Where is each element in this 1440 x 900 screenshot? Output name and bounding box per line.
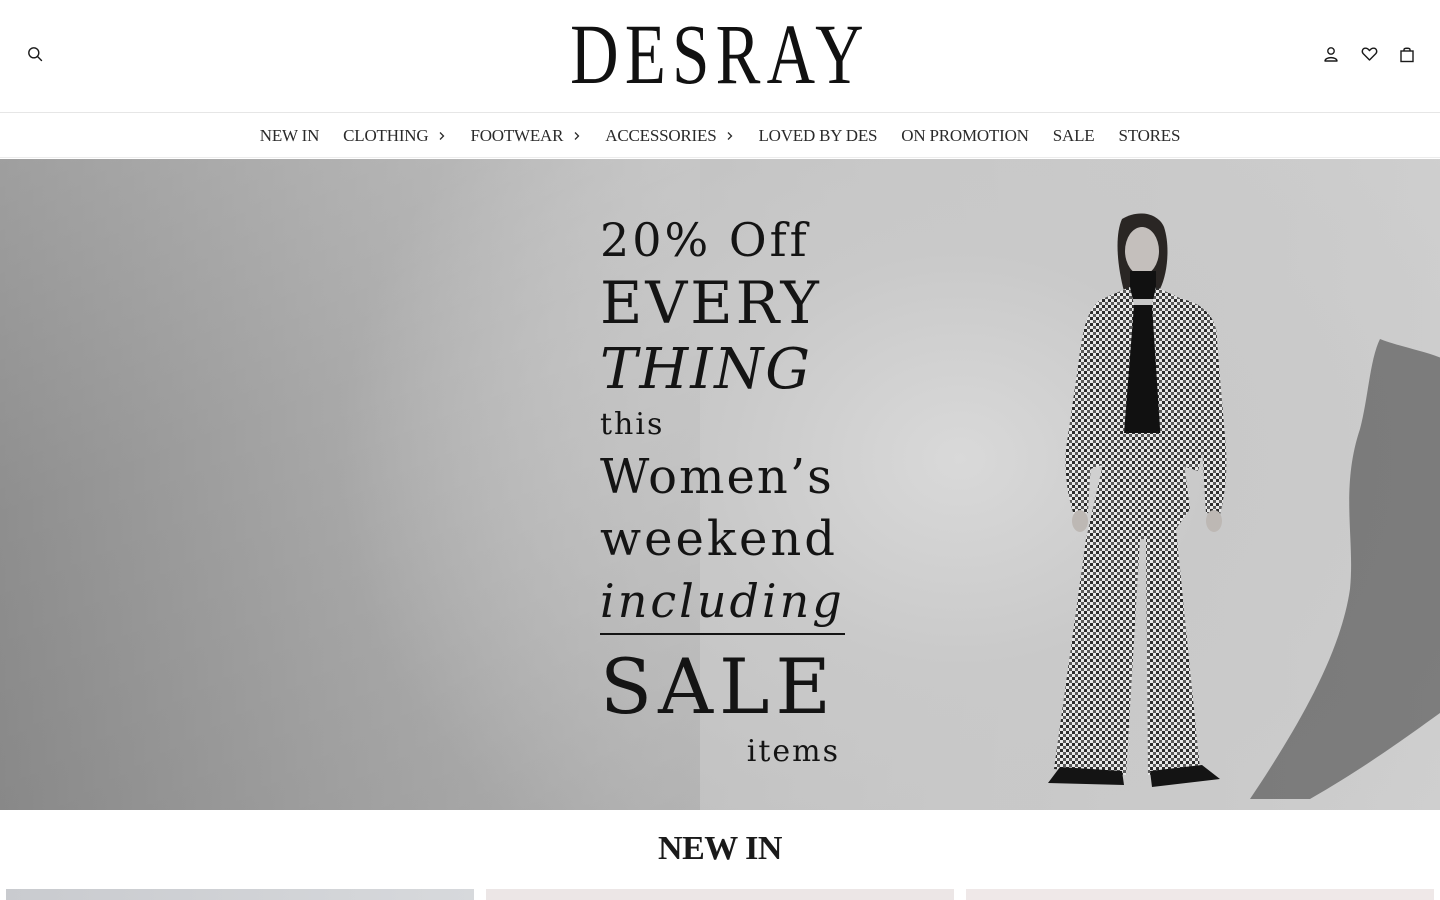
nav-item-label: SALE bbox=[1052, 125, 1095, 145]
model-photo bbox=[1048, 213, 1227, 787]
model-shadow-graphic bbox=[1250, 339, 1440, 799]
nav-item-label: ON PROMOTION bbox=[901, 125, 1029, 145]
nav-item-clothing[interactable]: CLOTHING bbox=[343, 126, 446, 146]
hero-backdrop bbox=[0, 159, 700, 810]
hero-line-sale: SALE bbox=[600, 642, 837, 731]
hero-line-every: EVERY bbox=[600, 269, 822, 337]
hero-line-womens: Women’s bbox=[600, 449, 834, 505]
search-button[interactable] bbox=[24, 43, 46, 65]
hero-promo-text: 20% Off EVERY THING this Women’s weekend… bbox=[600, 211, 845, 769]
new-in-section-title: NEW IN bbox=[658, 830, 782, 867]
hero-line-including: including bbox=[600, 571, 845, 635]
account-icon bbox=[1324, 47, 1338, 62]
account-button[interactable] bbox=[1320, 43, 1342, 65]
nav-item-stores[interactable]: STORES bbox=[1118, 126, 1180, 146]
hero-banner[interactable]: 20% Off EVERY THING this Women’s weekend… bbox=[0, 159, 1440, 810]
bag-icon bbox=[1400, 47, 1414, 62]
nav-item-loved-by-des[interactable]: LOVED BY DES bbox=[758, 126, 877, 146]
nav-item-label: NEW IN bbox=[259, 125, 320, 145]
hero-line-this: this bbox=[600, 407, 665, 442]
chevron-right-icon bbox=[438, 131, 446, 141]
site-header: DESRAY bbox=[0, 0, 1440, 113]
nav-item-sale[interactable]: SALE bbox=[1053, 126, 1095, 146]
heart-icon bbox=[1361, 47, 1377, 61]
chevron-right-icon bbox=[573, 131, 581, 141]
nav-item-on-promotion[interactable]: ON PROMOTION bbox=[901, 125, 1029, 146]
header-actions bbox=[1320, 43, 1418, 65]
nav-item-accessories[interactable]: ACCESSORIES bbox=[605, 126, 734, 146]
hero-line-items: items bbox=[746, 734, 840, 769]
product-card-image[interactable] bbox=[486, 889, 954, 900]
wishlist-button[interactable] bbox=[1358, 43, 1380, 65]
nav-item-label: STORES bbox=[1118, 125, 1181, 145]
search-icon bbox=[28, 47, 43, 62]
product-card-image[interactable] bbox=[6, 889, 474, 900]
hero-line-discount: 20% Off bbox=[600, 213, 810, 267]
brand-logo[interactable]: DESRAY bbox=[158, 6, 1281, 102]
nav-item-new-in[interactable]: NEW IN bbox=[259, 125, 320, 146]
bag-button[interactable] bbox=[1396, 43, 1418, 65]
nav-item-label: ACCESSORIES bbox=[605, 125, 717, 145]
nav-item-label: CLOTHING bbox=[343, 125, 429, 145]
nav-item-footwear[interactable]: FOOTWEAR bbox=[470, 126, 581, 146]
chevron-right-icon bbox=[726, 131, 734, 141]
hero-line-weekend: weekend bbox=[600, 511, 839, 567]
product-card-image[interactable] bbox=[966, 889, 1434, 900]
hero-line-thing: THING bbox=[600, 337, 813, 402]
nav-item-label: FOOTWEAR bbox=[470, 125, 564, 145]
main-navigation: NEW IN CLOTHING FOOTWEAR ACCESSORIES LOV… bbox=[0, 114, 1440, 158]
nav-item-label: LOVED BY DES bbox=[758, 125, 878, 145]
